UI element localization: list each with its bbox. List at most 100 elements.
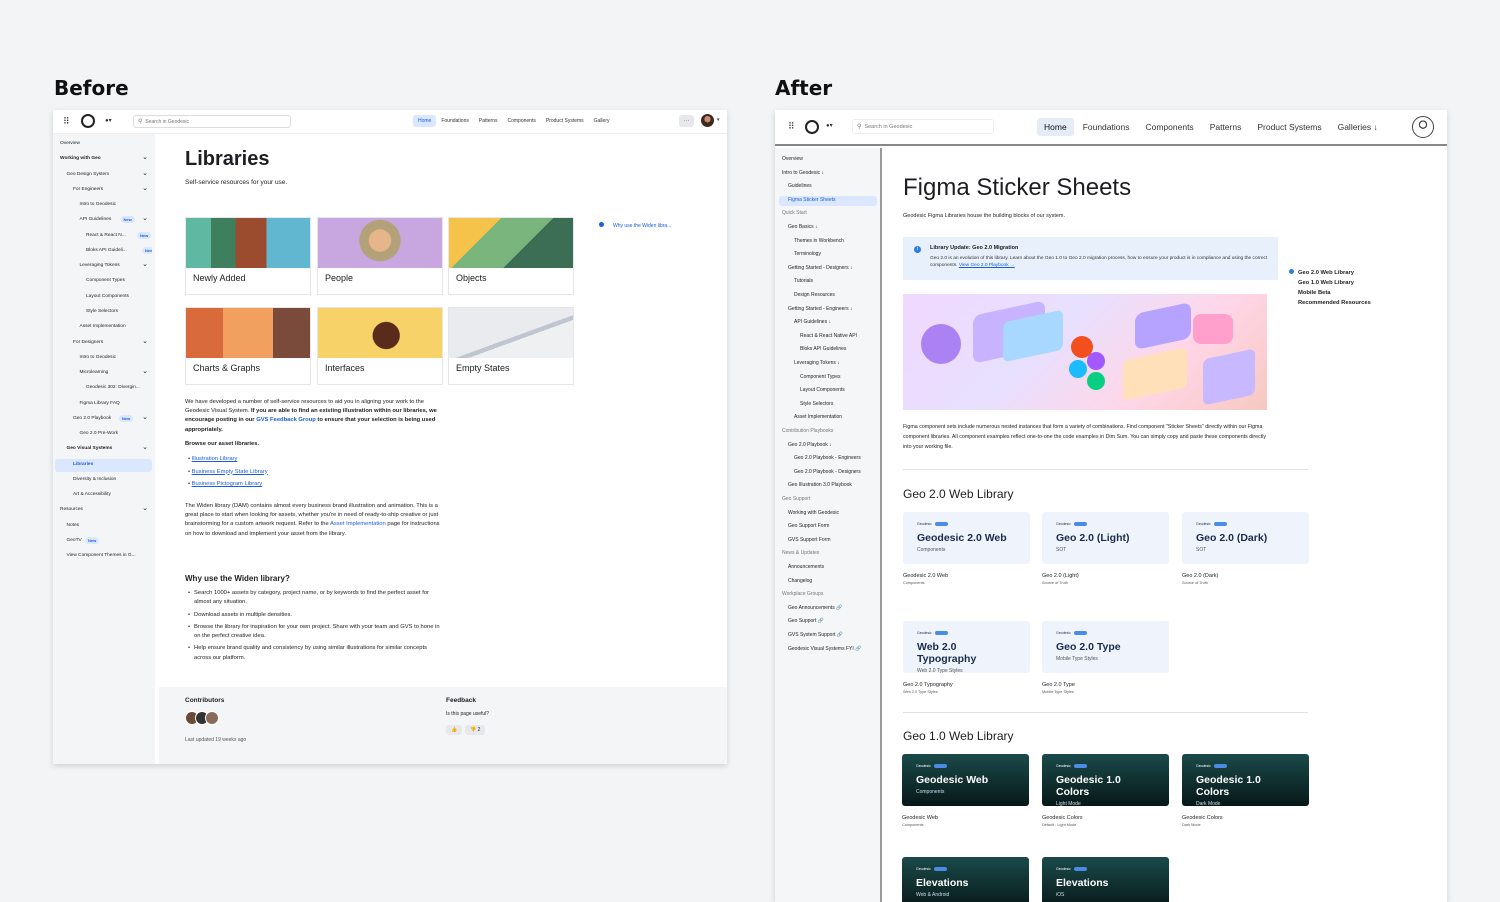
sidebar-item[interactable]: Bloks API Guidelines <box>779 345 877 355</box>
sidebar-item[interactable]: Overview <box>779 155 877 165</box>
nav-link-2[interactable]: Components <box>1138 118 1200 136</box>
sidebar-item[interactable]: Geo Announcements 🔗 <box>779 604 877 614</box>
library-card-people[interactable]: People <box>317 217 443 295</box>
sidebar-item[interactable]: Geo Support 🔗 <box>779 617 877 627</box>
theme-switch-icon[interactable]: ●▾ <box>105 117 112 124</box>
library-card-charts-graphs[interactable]: Charts & Graphs <box>185 307 311 385</box>
nav-link-4[interactable]: Product Systems <box>541 115 589 127</box>
sidebar-item[interactable]: Style Selectors <box>55 306 152 319</box>
toc-item[interactable]: Geo 2.0 Web Library <box>1289 268 1371 278</box>
sidebar-item[interactable]: Geo Basics ↓ <box>779 223 877 233</box>
sidebar-item[interactable]: Geo 2.0 Playbook New ⌄ <box>55 413 152 426</box>
sidebar-item[interactable]: Geo Support <box>779 495 877 505</box>
playbook-link[interactable]: View Geo 2.0 Playbook → <box>959 263 1015 268</box>
sidebar-item[interactable]: Guidelines <box>779 182 877 192</box>
sidebar-item[interactable]: Figma Library FAQ <box>55 398 152 411</box>
sidebar-item[interactable]: Style Selectors <box>779 400 877 410</box>
sidebar-item[interactable]: Geo Design System ⌄ <box>55 169 152 182</box>
library-card[interactable]: Geodesic Geodesic 2.0 Web Components Geodes… <box>903 512 1030 585</box>
sidebar-item[interactable]: API Guidelines New ⌄ <box>55 214 152 227</box>
sidebar-item[interactable]: React & React N... New <box>55 230 152 243</box>
sidebar-item[interactable]: Bloks API Guideli... New <box>55 245 152 258</box>
sidebar-item[interactable]: Figma Sticker Sheets <box>779 195 877 206</box>
sidebar-item[interactable]: Working with Geo ⌄ <box>55 153 152 166</box>
sidebar-item[interactable]: Geodesic 302: Divergin... <box>55 382 152 395</box>
sidebar-item[interactable]: Geo 2.0 Playbook - Designers <box>779 468 877 478</box>
sidebar-item[interactable]: GeoTV New <box>55 535 152 548</box>
sidebar-item[interactable]: Getting Started - Designers ↓ <box>779 264 877 274</box>
sidebar-item[interactable]: Leveraging Tokens ↓ <box>779 359 877 369</box>
nav-link-4[interactable]: Product Systems <box>1250 118 1328 136</box>
library-card[interactable]: Geodesic Web 2.0 Typography Web 2.0 Type S… <box>903 621 1030 694</box>
sidebar-item[interactable]: Component Types <box>55 275 152 288</box>
sidebar-item[interactable]: Getting Started - Engineers ↓ <box>779 305 877 315</box>
apps-grid-icon[interactable]: ⠿ <box>788 121 795 132</box>
sidebar-item[interactable]: Working with Geodesic <box>779 509 877 519</box>
library-card[interactable]: Geodesic Elevations Web & Android <box>902 857 1029 902</box>
sidebar-item[interactable]: Resources ⌄ <box>55 504 152 517</box>
sidebar-item[interactable]: For Designers ⌄ <box>55 337 152 350</box>
sidebar-item[interactable]: News & Updates <box>779 549 877 559</box>
sidebar-item[interactable]: Workplace Groups <box>779 590 877 600</box>
thumbs-down-button[interactable]: 👎 2 <box>465 725 486 735</box>
library-card-empty-states[interactable]: Empty States <box>448 307 574 385</box>
sidebar-item[interactable]: Overview <box>55 138 152 151</box>
sidebar-item[interactable]: GVS System Support 🔗 <box>779 631 877 641</box>
library-card-objects[interactable]: Objects <box>448 217 574 295</box>
nav-link-2[interactable]: Patterns <box>474 115 503 127</box>
sidebar-item[interactable]: React & React Native API <box>779 332 877 342</box>
sidebar-item[interactable]: Announcements <box>779 563 877 573</box>
nav-link-5[interactable]: Galleries ↓ <box>1331 118 1385 136</box>
geodesic-logo[interactable] <box>805 120 819 134</box>
sidebar-item[interactable]: Intro to Geodesic ↓ <box>779 169 877 179</box>
library-card[interactable]: Geodesic Geo 2.0 Type Mobile Type Styles Ge… <box>1042 621 1169 694</box>
sidebar-item[interactable]: Tutorials <box>779 277 877 287</box>
nav-link-1[interactable]: Foundations <box>436 115 474 127</box>
sidebar-item[interactable]: Geo Support Form <box>779 522 877 532</box>
sidebar-item[interactable]: View Component Themes in G... <box>55 550 152 563</box>
contributor-avatars[interactable] <box>185 711 219 725</box>
toc-item[interactable]: Mobile Beta <box>1298 288 1371 298</box>
toc-item[interactable]: Recommended Resources <box>1298 298 1371 308</box>
library-card-newly-added[interactable]: Newly Added <box>185 217 311 295</box>
sidebar-item[interactable]: Asset Implementation <box>55 321 152 334</box>
asset-implementation-link[interactable]: Asset Implementation <box>330 521 386 527</box>
apps-grid-icon[interactable]: ⠿ <box>63 116 70 127</box>
sidebar-item[interactable]: Geo 2.0 Playbook - Engineers <box>779 454 877 464</box>
geodesic-logo[interactable] <box>81 114 95 128</box>
before-search-input[interactable]: ⚲ Search in Geodesic <box>133 115 291 128</box>
sidebar-item[interactable]: Geo 2.0 Playbook ↓ <box>779 441 877 451</box>
nav-link-1[interactable]: Foundations <box>1076 118 1137 136</box>
nav-link-3[interactable]: Patterns <box>1203 118 1249 136</box>
illustration-library-link[interactable]: Illustration Library <box>192 456 238 462</box>
sidebar-item[interactable]: Diversity & Inclusion <box>55 474 152 487</box>
avatar[interactable] <box>701 114 714 127</box>
toc-item[interactable]: Why use the Widen libra... <box>599 222 671 229</box>
profile-icon[interactable] <box>1412 116 1434 138</box>
theme-switch-icon[interactable]: ●▾ <box>826 122 833 129</box>
toc-item[interactable]: Geo 1.0 Web Library <box>1298 278 1371 288</box>
sidebar-item[interactable]: Changelog <box>779 577 877 587</box>
sidebar-item[interactable]: Component Types <box>779 373 877 383</box>
sidebar-item[interactable]: Contribution Playbooks <box>779 427 877 437</box>
sidebar-item[interactable]: Libraries <box>55 458 152 472</box>
library-card[interactable]: Geodesic Geodesic Web Components Geodesic W… <box>902 754 1029 827</box>
sidebar-item[interactable]: Geo 2.0 Pre-Work <box>55 428 152 441</box>
sidebar-item[interactable]: Intro to Geodesic <box>55 199 152 212</box>
sidebar-item[interactable]: Geo Visual Systems ⌄ <box>55 443 152 456</box>
after-search-input[interactable]: ⚲ Search in Geodesic <box>852 119 994 134</box>
sidebar-item[interactable]: Geo Illustration 3.0 Playbook <box>779 481 877 491</box>
sidebar-item[interactable]: Layout Components <box>779 386 877 396</box>
nav-link-0[interactable]: Home <box>413 115 437 127</box>
nav-link-3[interactable]: Components <box>503 115 541 127</box>
sidebar-item[interactable]: Art & Accessibility <box>55 489 152 502</box>
sidebar-item[interactable]: Quick Start <box>779 209 877 219</box>
sidebar-item[interactable]: Themes in Workbench <box>779 237 877 247</box>
empty-state-library-link[interactable]: Business Empty State Library <box>192 469 268 475</box>
sidebar-item[interactable]: Design Resources <box>779 291 877 301</box>
library-card[interactable]: Geodesic Geodesic 1.0 Colors Dark Mode Geod… <box>1182 754 1309 827</box>
library-card[interactable]: Geodesic Geo 2.0 (Dark) SOT Geo 2.0 (Dark) S… <box>1182 512 1309 585</box>
thumbs-up-button[interactable]: 👍 <box>446 725 463 735</box>
library-card[interactable]: Geodesic Elevations iOS <box>1042 857 1169 902</box>
library-card[interactable]: Geodesic Geo 2.0 (Light) SOT Geo 2.0 (Light… <box>1042 512 1169 585</box>
